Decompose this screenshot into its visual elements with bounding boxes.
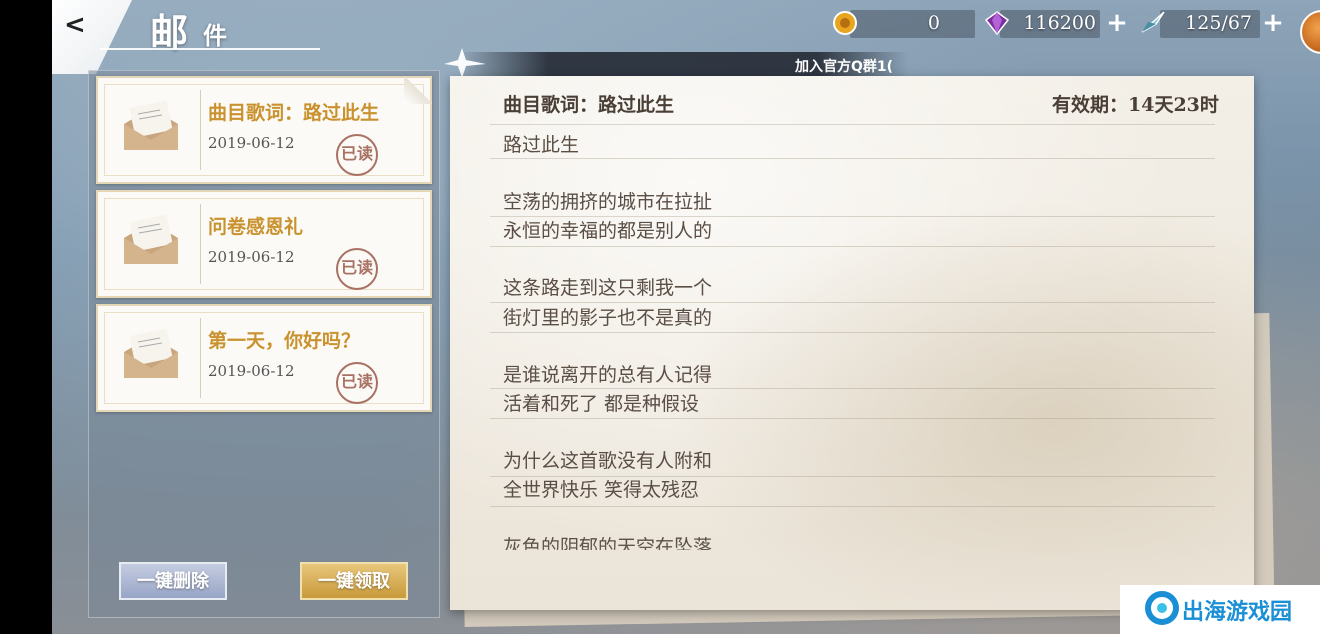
read-stamp: 已读 xyxy=(336,248,378,290)
add-gems-button[interactable]: + xyxy=(1106,10,1128,36)
letter-line: 活着和死了 都是种假设 xyxy=(503,393,700,415)
letter-line: 这条路走到这只剩我一个 xyxy=(503,277,713,299)
envelope-icon xyxy=(124,100,178,150)
mail-divider xyxy=(200,204,201,284)
read-stamp: 已读 xyxy=(336,134,378,176)
letter-line: 路过此生 xyxy=(503,134,580,156)
watermark-logo-icon xyxy=(1145,591,1179,625)
letter-line: 空荡的拥挤的城市在拉扯 xyxy=(503,191,713,213)
gem-value: 116200 xyxy=(1023,12,1096,34)
mail-date: 2019-06-12 xyxy=(208,362,295,380)
mail-date: 2019-06-12 xyxy=(208,248,295,266)
watermark-text: 出海游戏园 xyxy=(1182,600,1293,625)
screen-edge xyxy=(0,0,52,634)
letter-rule xyxy=(490,332,1215,333)
mail-title: 第一天，你好吗？ xyxy=(208,330,361,352)
delete-all-button[interactable]: 一键删除 xyxy=(119,562,227,600)
letter-line: 街灯里的影子也不是真的 xyxy=(503,307,713,329)
envelope-icon xyxy=(124,328,178,378)
gold-value: 0 xyxy=(927,12,940,34)
letter-rule xyxy=(490,158,1215,159)
mail-divider xyxy=(200,90,201,170)
mail-title: 曲目歌词：路过此生 xyxy=(208,102,380,124)
letter-rule xyxy=(490,246,1215,247)
back-arrow-icon[interactable]: < xyxy=(64,10,90,40)
sparkle-icon xyxy=(444,48,486,78)
mail-item-content: 曲目歌词：路过此生 2019-06-12 已读 xyxy=(96,76,432,184)
notice-text: 加入官方Q群1( xyxy=(795,59,894,75)
mail-divider xyxy=(200,318,201,398)
letter-line: 永恒的幸福的都是别人的 xyxy=(503,220,713,242)
envelope-icon xyxy=(124,214,178,264)
mail-title: 问卷感恩礼 xyxy=(208,216,304,238)
stamina-value: 125/67 xyxy=(1185,12,1252,34)
read-stamp: 已读 xyxy=(336,362,378,404)
stamina-icon xyxy=(1141,11,1165,33)
mail-item-content: 问卷感恩礼 2019-06-12 已读 xyxy=(96,190,432,298)
title-underline xyxy=(100,48,320,50)
letter-rule xyxy=(490,506,1215,507)
gem-icon xyxy=(984,11,1010,36)
page-title-sub: 件 xyxy=(203,21,227,50)
letter-line: 全世界快乐 笑得太残忍 xyxy=(503,479,700,501)
mail-item-content: 第一天，你好吗？ 2019-06-12 已读 xyxy=(96,304,432,412)
letter-line: 为什么这首歌没有人附和 xyxy=(503,450,713,472)
letter-expiry: 有效期：14天23时 xyxy=(1052,94,1219,116)
letter-title: 曲目歌词：路过此生 xyxy=(503,94,675,116)
letter-rule xyxy=(490,418,1215,419)
add-stamina-button[interactable]: + xyxy=(1262,10,1284,36)
mail-date: 2019-06-12 xyxy=(208,134,295,152)
letter-line: 是谁说离开的总有人记得 xyxy=(503,364,713,386)
claim-all-button[interactable]: 一键领取 xyxy=(300,562,408,600)
letter-rule xyxy=(490,124,1215,125)
gold-coin-icon xyxy=(833,11,857,35)
